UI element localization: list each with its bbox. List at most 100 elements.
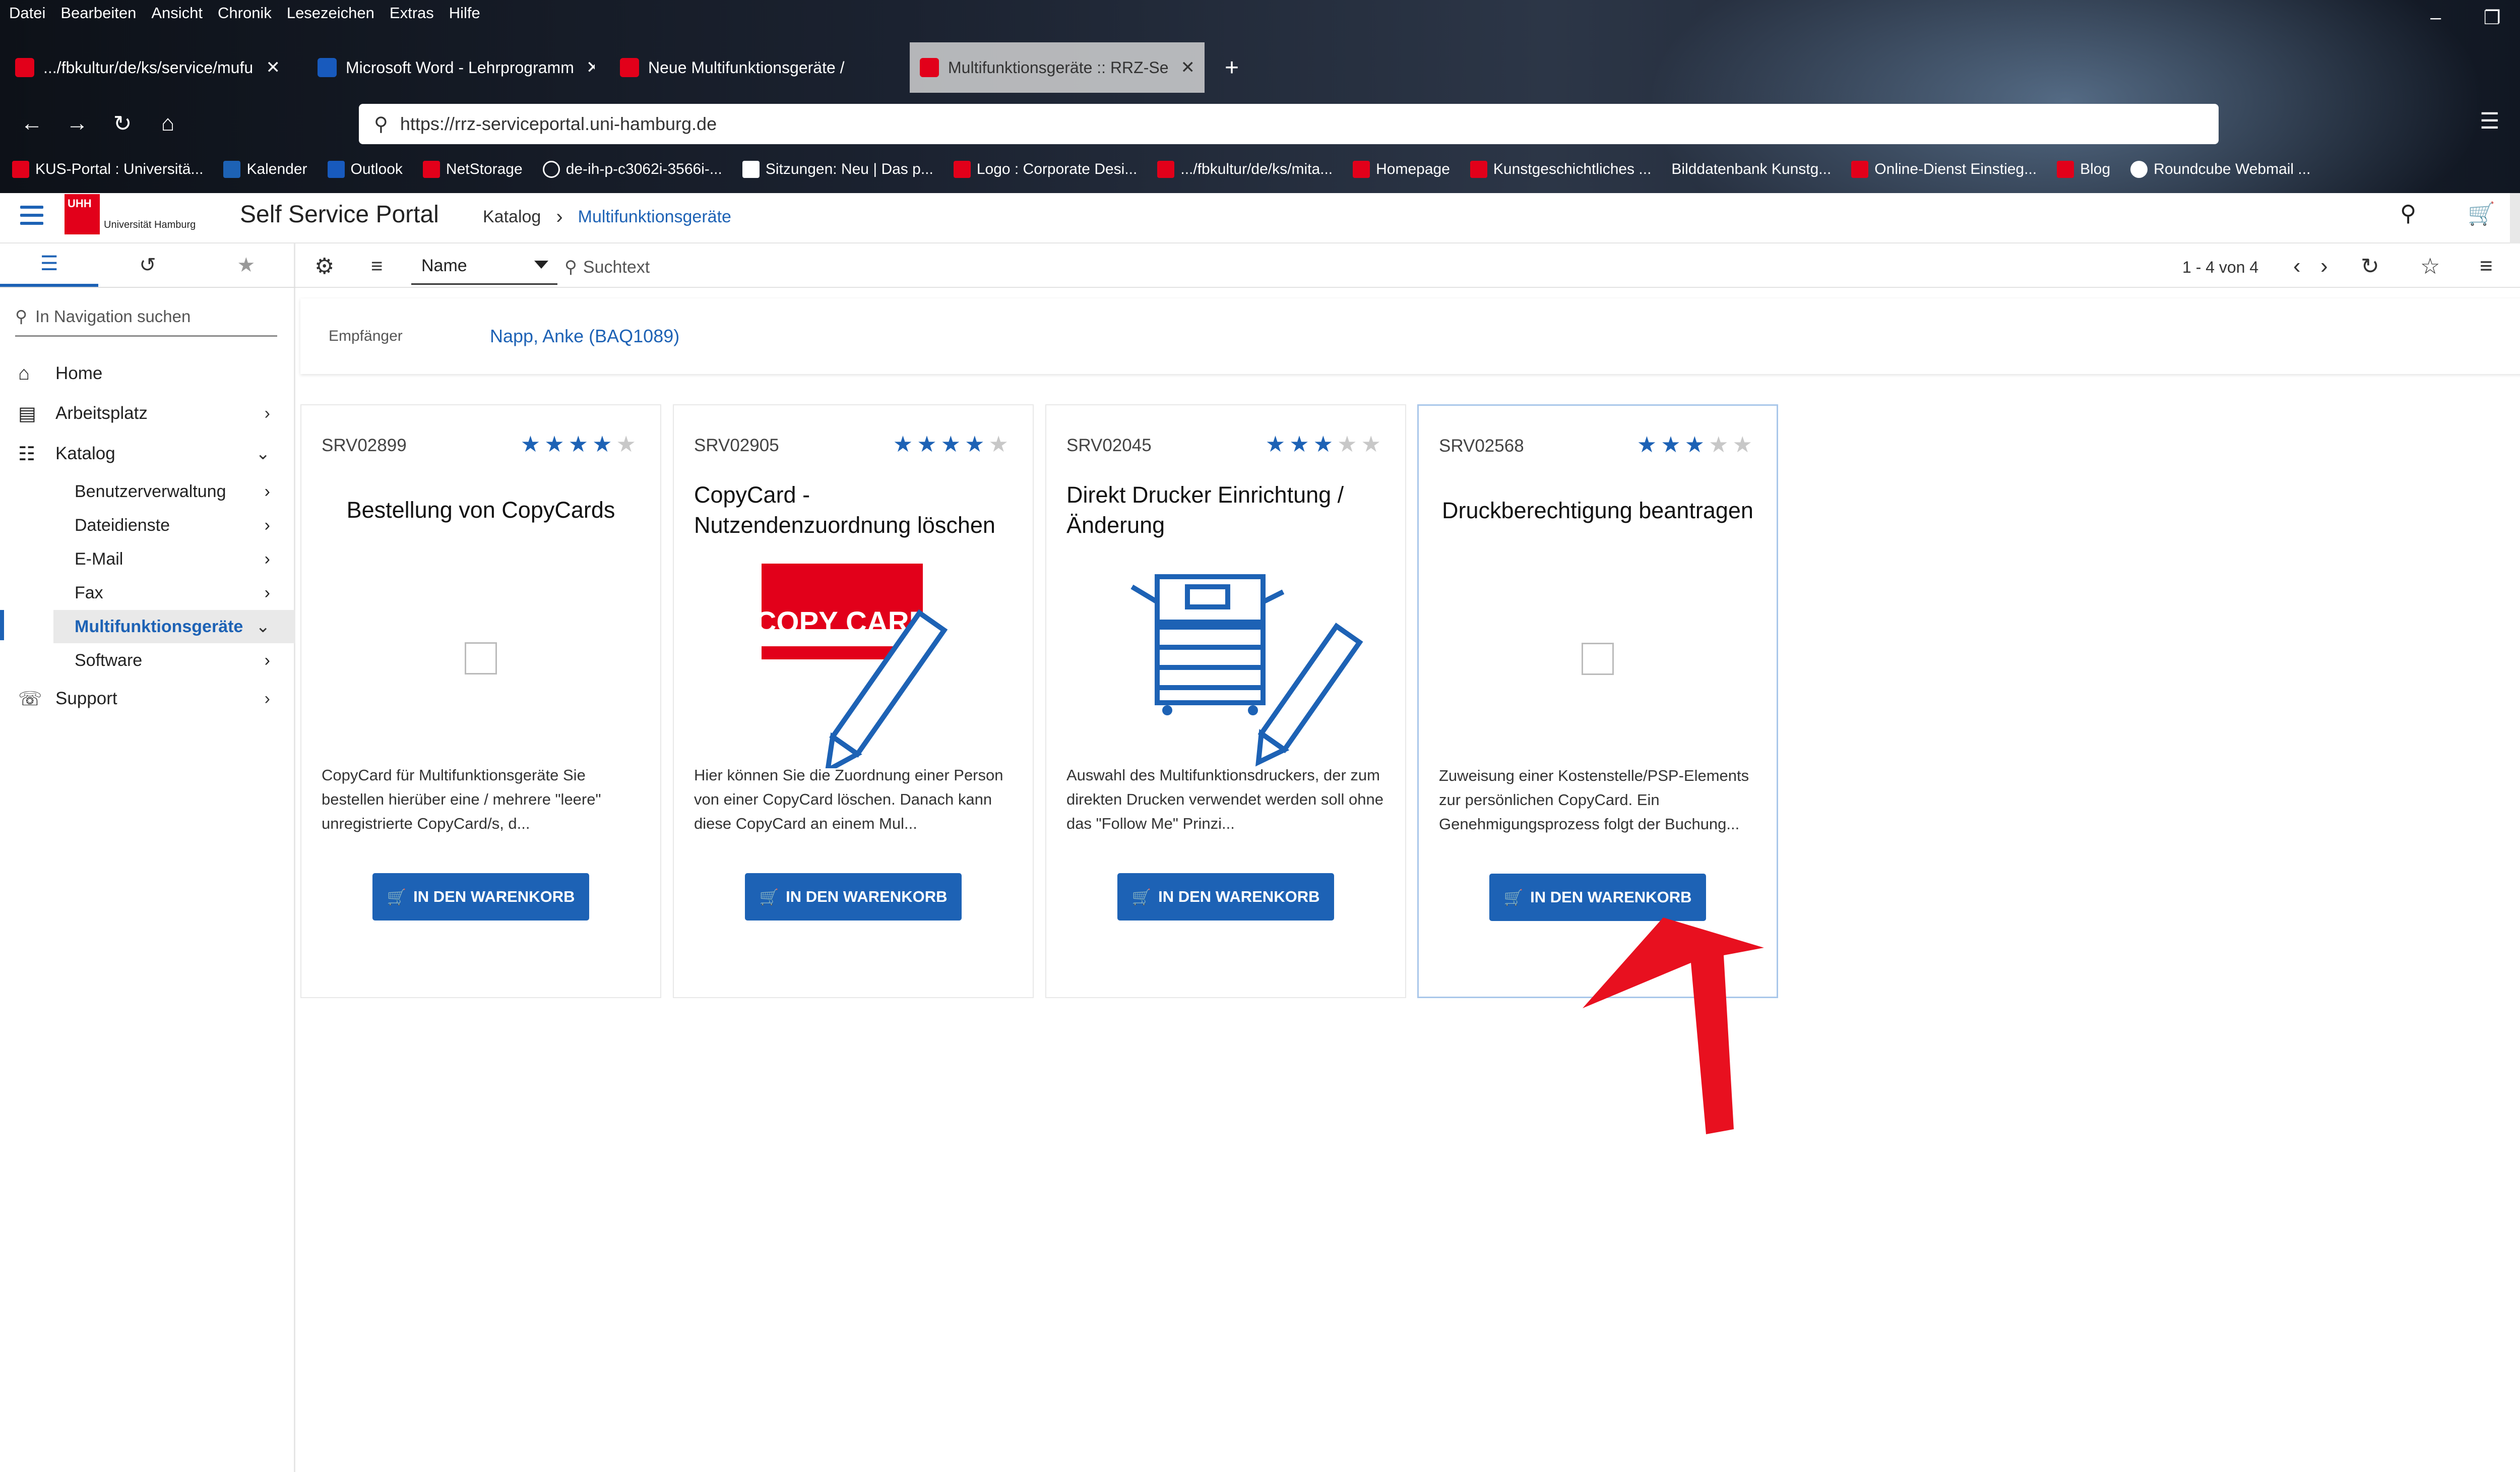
star-outline-icon[interactable]: ☆ <box>2420 250 2440 282</box>
close-tab-icon[interactable]: ✕ <box>574 57 595 78</box>
bookmark-item[interactable]: Outlook <box>327 161 403 178</box>
tab-history-icon[interactable]: ↺ <box>98 243 197 287</box>
address-bar[interactable]: ⚲ https://rrz-serviceportal.uni-hamburg.… <box>359 104 2219 144</box>
cart-icon: 🛒 <box>1503 888 1524 906</box>
sidebar-item-label: E-Mail <box>75 549 123 569</box>
catalog-card[interactable]: SRV02899 ★★★★★ Bestellung von CopyCards … <box>300 404 661 998</box>
sidebar-item-email[interactable]: E-Mail › <box>53 542 295 576</box>
sidebar-item-dateidienste[interactable]: Dateidienste › <box>53 509 295 542</box>
menu-ansicht[interactable]: Ansicht <box>151 4 203 22</box>
bookmark-item[interactable]: Kunstgeschichtliches ... <box>1470 161 1651 178</box>
sidebar-item-arbeitsplatz[interactable]: ▤ Arbeitsplatz › <box>0 395 295 432</box>
sidebar-item-software[interactable]: Software › <box>53 644 295 677</box>
bookmark-item[interactable]: Online-Dienst Einstieg... <box>1851 161 2037 178</box>
menu-extras[interactable]: Extras <box>390 4 434 22</box>
reload-icon[interactable]: ↻ <box>100 111 145 137</box>
gear-icon[interactable]: ⚙ <box>314 250 334 282</box>
bookmark-item[interactable]: Logo : Corporate Desi... <box>953 161 1137 178</box>
sidebar-item-label: Support <box>55 689 117 708</box>
browser-tab-1[interactable]: .../fbkultur/de/ks/service/mufu ✕ <box>5 42 292 93</box>
close-tab-icon[interactable]: ✕ <box>1169 57 1205 78</box>
caret-down-icon <box>534 261 548 269</box>
tab-favorites-icon[interactable]: ★ <box>197 243 295 287</box>
bookmark-item[interactable]: KUS-Portal : Universitä... <box>12 161 203 178</box>
card-title[interactable]: Direkt Drucker Einrichtung / Änderung <box>1066 480 1385 540</box>
minimize-icon[interactable]: – <box>2430 7 2441 29</box>
bookmark-item[interactable]: .../fbkultur/de/ks/mita... <box>1157 161 1333 178</box>
bookmark-item[interactable]: NetStorage <box>422 161 523 178</box>
new-tab-button[interactable]: + <box>1215 42 1255 93</box>
card-title[interactable]: CopyCard - Nutzendenzuordnung löschen <box>694 480 1013 540</box>
button-label: IN DEN WARENKORB <box>413 888 575 905</box>
catalog-card[interactable]: SRV02045 ★★★★★ Direkt Drucker Einrichtun… <box>1045 404 1406 998</box>
menu-bearbeiten[interactable]: Bearbeiten <box>60 4 136 22</box>
bookmark-item[interactable]: Blog <box>2057 161 2110 178</box>
bookmark-item[interactable]: Kalender <box>223 161 307 178</box>
rating-stars: ★★★★★ <box>1636 433 1756 457</box>
card-id: SRV02899 <box>322 436 407 455</box>
menu-lesezeichen[interactable]: Lesezeichen <box>287 4 374 22</box>
tab-list-icon[interactable]: ☰ <box>0 243 99 287</box>
avatar[interactable]: AN <box>2510 193 2520 243</box>
chevron-right-icon: › <box>264 549 270 569</box>
sidebar-item-fax[interactable]: Fax › <box>53 576 295 609</box>
bookmark-item[interactable]: Bilddatenbank Kunstg... <box>1671 161 1831 178</box>
sidebar-item-benutzerverwaltung[interactable]: Benutzerverwaltung › <box>53 475 295 508</box>
cart-icon[interactable]: 🛒 <box>2468 201 2495 231</box>
recipient-value[interactable]: Napp, Anke (BAQ1089) <box>490 326 679 347</box>
menu-hilfe[interactable]: Hilfe <box>449 4 480 22</box>
home-icon[interactable]: ⌂ <box>145 111 191 136</box>
breadcrumb-current[interactable]: Multifunktionsgeräte <box>578 207 731 227</box>
forward-icon[interactable]: → <box>54 111 100 136</box>
tab-label: .../fbkultur/de/ks/service/mufu <box>43 58 254 77</box>
sidebar-item-katalog[interactable]: ☷ Katalog ⌄ <box>0 436 295 472</box>
add-to-cart-button[interactable]: 🛒 IN DEN WARENKORB <box>372 873 589 921</box>
bookmark-item[interactable]: Sitzungen: Neu | Das p... <box>742 161 933 178</box>
add-to-cart-button[interactable]: 🛒 IN DEN WARENKORB <box>1117 873 1334 921</box>
browser-menu-icon[interactable]: ☰ <box>2480 108 2499 134</box>
sort-icon[interactable]: ≡ <box>371 250 383 282</box>
menu-datei[interactable]: Datei <box>9 4 45 22</box>
chevron-right-icon[interactable]: › <box>2320 250 2328 282</box>
printer-pencil-icon <box>1130 574 1363 767</box>
catalog-card[interactable]: SRV02905 ★★★★★ CopyCard - Nutzendenzuord… <box>673 404 1034 998</box>
search-input-placeholder: Suchtext <box>583 257 650 277</box>
browser-tab-3[interactable]: Neue Multifunktionsgeräte / <box>610 42 897 93</box>
bookmark-item[interactable]: Homepage <box>1353 161 1450 178</box>
bookmark-favicon-icon <box>223 161 241 178</box>
back-icon[interactable]: ← <box>9 111 54 136</box>
sidebar-item-multifunktionsgeraete[interactable]: Multifunktionsgeräte ⌄ <box>53 610 295 643</box>
globe-icon <box>542 161 560 178</box>
card-title[interactable]: Bestellung von CopyCards <box>322 495 640 525</box>
bookmark-favicon-icon <box>1157 161 1175 178</box>
bookmark-item[interactable]: de-ih-p-c3062i-3566i-... <box>542 161 722 178</box>
cart-icon: 🛒 <box>387 888 407 906</box>
bookmark-item[interactable]: Roundcube Webmail ... <box>2130 161 2310 178</box>
close-tab-icon[interactable]: ✕ <box>254 57 293 78</box>
search-icon[interactable]: ⚲ <box>2400 201 2416 231</box>
browser-tab-2[interactable]: Microsoft Word - Lehrprogramm ✕ <box>307 42 595 93</box>
sidebar-item-home[interactable]: ⌂ Home <box>0 355 295 392</box>
browser-tab-active[interactable]: Multifunktionsgeräte :: RRZ-Se ✕ <box>910 42 1205 93</box>
card-image <box>1066 557 1385 768</box>
bookmark-favicon-icon <box>1851 161 1869 178</box>
outlook-favicon-icon <box>318 58 337 77</box>
add-to-cart-button[interactable]: 🛒 IN DEN WARENKORB <box>745 873 962 921</box>
filter-icon[interactable]: ≡ <box>2480 250 2493 282</box>
card-id: SRV02568 <box>1439 436 1524 456</box>
hamburger-menu-icon[interactable] <box>20 206 43 226</box>
menu-chronik[interactable]: Chronik <box>218 4 272 22</box>
bookmark-favicon-icon <box>422 161 440 178</box>
home-icon: ⌂ <box>18 362 30 384</box>
navigation-search[interactable]: ⚲ In Navigation suchen <box>15 297 277 337</box>
navigation-search-placeholder: In Navigation suchen <box>35 306 191 326</box>
breadcrumb-katalog[interactable]: Katalog <box>483 207 541 227</box>
sort-select[interactable]: Name <box>411 249 557 285</box>
page-title: Self Service Portal <box>240 201 439 228</box>
chevron-left-icon[interactable]: ‹ <box>2293 250 2301 282</box>
card-title[interactable]: Druckberechtigung beantragen <box>1439 496 1756 526</box>
search-input[interactable]: ⚲ Suchtext <box>564 252 650 282</box>
restore-icon[interactable]: ❐ <box>2484 7 2501 29</box>
sidebar-item-support[interactable]: ☏ Support › <box>0 681 295 717</box>
refresh-icon[interactable]: ↻ <box>2361 250 2379 282</box>
